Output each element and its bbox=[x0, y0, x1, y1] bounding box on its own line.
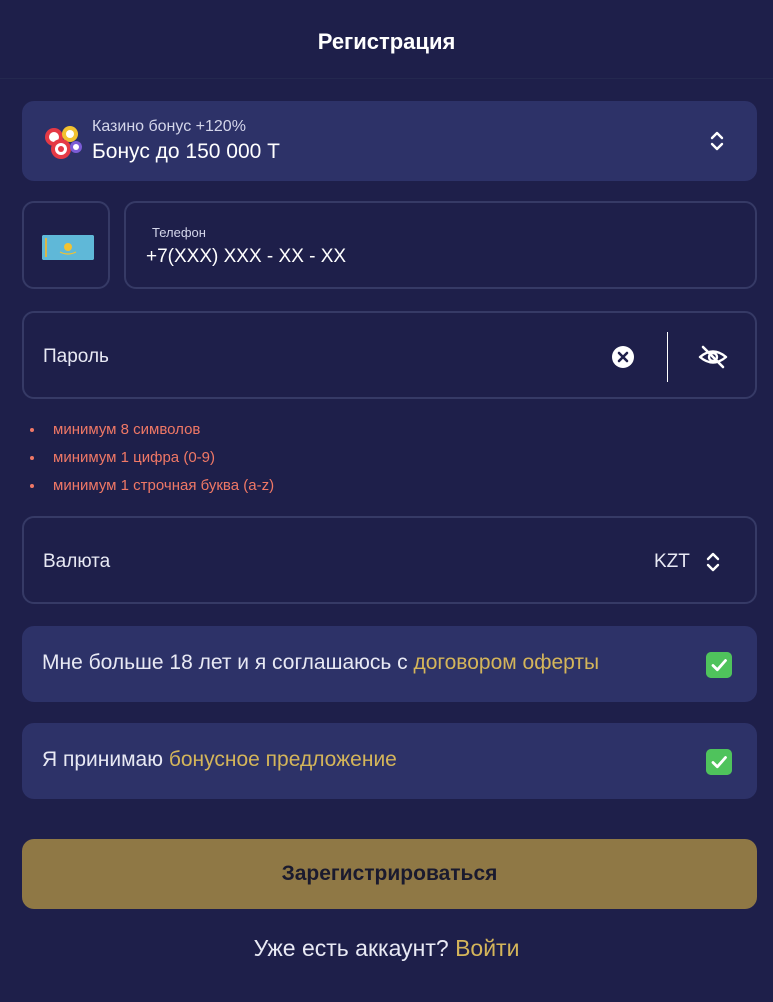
chevron-updown-icon bbox=[710, 131, 724, 151]
register-button[interactable]: Зарегистрироваться bbox=[22, 839, 757, 909]
age-consent-row[interactable]: Мне больше 18 лет и я соглашаюсь с догов… bbox=[22, 626, 757, 702]
bonus-value: Бонус до 150 000 T bbox=[92, 140, 280, 163]
age-consent-checkbox[interactable] bbox=[706, 652, 732, 678]
kazakhstan-flag-icon bbox=[42, 235, 94, 260]
clear-icon[interactable] bbox=[611, 345, 635, 369]
password-input[interactable]: Пароль bbox=[43, 346, 109, 368]
phone-field[interactable]: Телефон +7(XXX) XXX - XX - XX bbox=[124, 201, 757, 289]
bonus-offer-link[interactable]: бонусное предложение bbox=[169, 748, 397, 771]
currency-label: Валюта bbox=[43, 551, 111, 572]
currency-value: KZT bbox=[654, 551, 690, 572]
chevron-updown-icon bbox=[706, 552, 720, 572]
casino-chips-icon bbox=[45, 126, 82, 159]
login-link[interactable]: Войти bbox=[455, 935, 519, 961]
password-rules: минимум 8 символов минимум 1 цифра (0-9)… bbox=[30, 421, 274, 505]
bonus-consent-row[interactable]: Я принимаю бонусное предложение bbox=[22, 723, 757, 799]
bonus-consent-label: Я принимаю bbox=[42, 748, 169, 771]
bonus-consent-checkbox[interactable] bbox=[706, 749, 732, 775]
eye-slash-icon[interactable] bbox=[698, 345, 728, 369]
header: Регистрация bbox=[0, 0, 773, 79]
page-title: Регистрация bbox=[317, 29, 456, 54]
bonus-subtitle: Казино бонус +120% bbox=[92, 118, 246, 135]
register-button-label: Зарегистрироваться bbox=[281, 862, 498, 885]
offer-agreement-link[interactable]: договором оферты bbox=[414, 651, 600, 674]
password-rule: минимум 8 символов bbox=[30, 421, 274, 449]
login-prompt: Уже есть аккаунт? Войти bbox=[0, 935, 773, 962]
divider bbox=[667, 332, 668, 382]
country-code-select[interactable] bbox=[22, 201, 110, 289]
phone-input[interactable]: +7(XXX) XXX - XX - XX bbox=[146, 246, 346, 268]
age-consent-label: Мне больше 18 лет и я соглашаюсь с bbox=[42, 651, 414, 674]
age-consent-text: Мне больше 18 лет и я соглашаюсь с догов… bbox=[42, 651, 599, 675]
phone-label: Телефон bbox=[152, 225, 206, 240]
password-rule: минимум 1 цифра (0-9) bbox=[30, 449, 274, 477]
password-rule: минимум 1 строчная буква (a-z) bbox=[30, 477, 274, 505]
currency-select[interactable]: Валюта KZT bbox=[22, 516, 757, 604]
bonus-select[interactable]: Казино бонус +120% Бонус до 150 000 T bbox=[22, 101, 757, 181]
password-field[interactable]: Пароль bbox=[22, 311, 757, 399]
bonus-consent-text: Я принимаю бонусное предложение bbox=[42, 748, 397, 772]
login-question: Уже есть аккаунт? bbox=[253, 935, 456, 961]
